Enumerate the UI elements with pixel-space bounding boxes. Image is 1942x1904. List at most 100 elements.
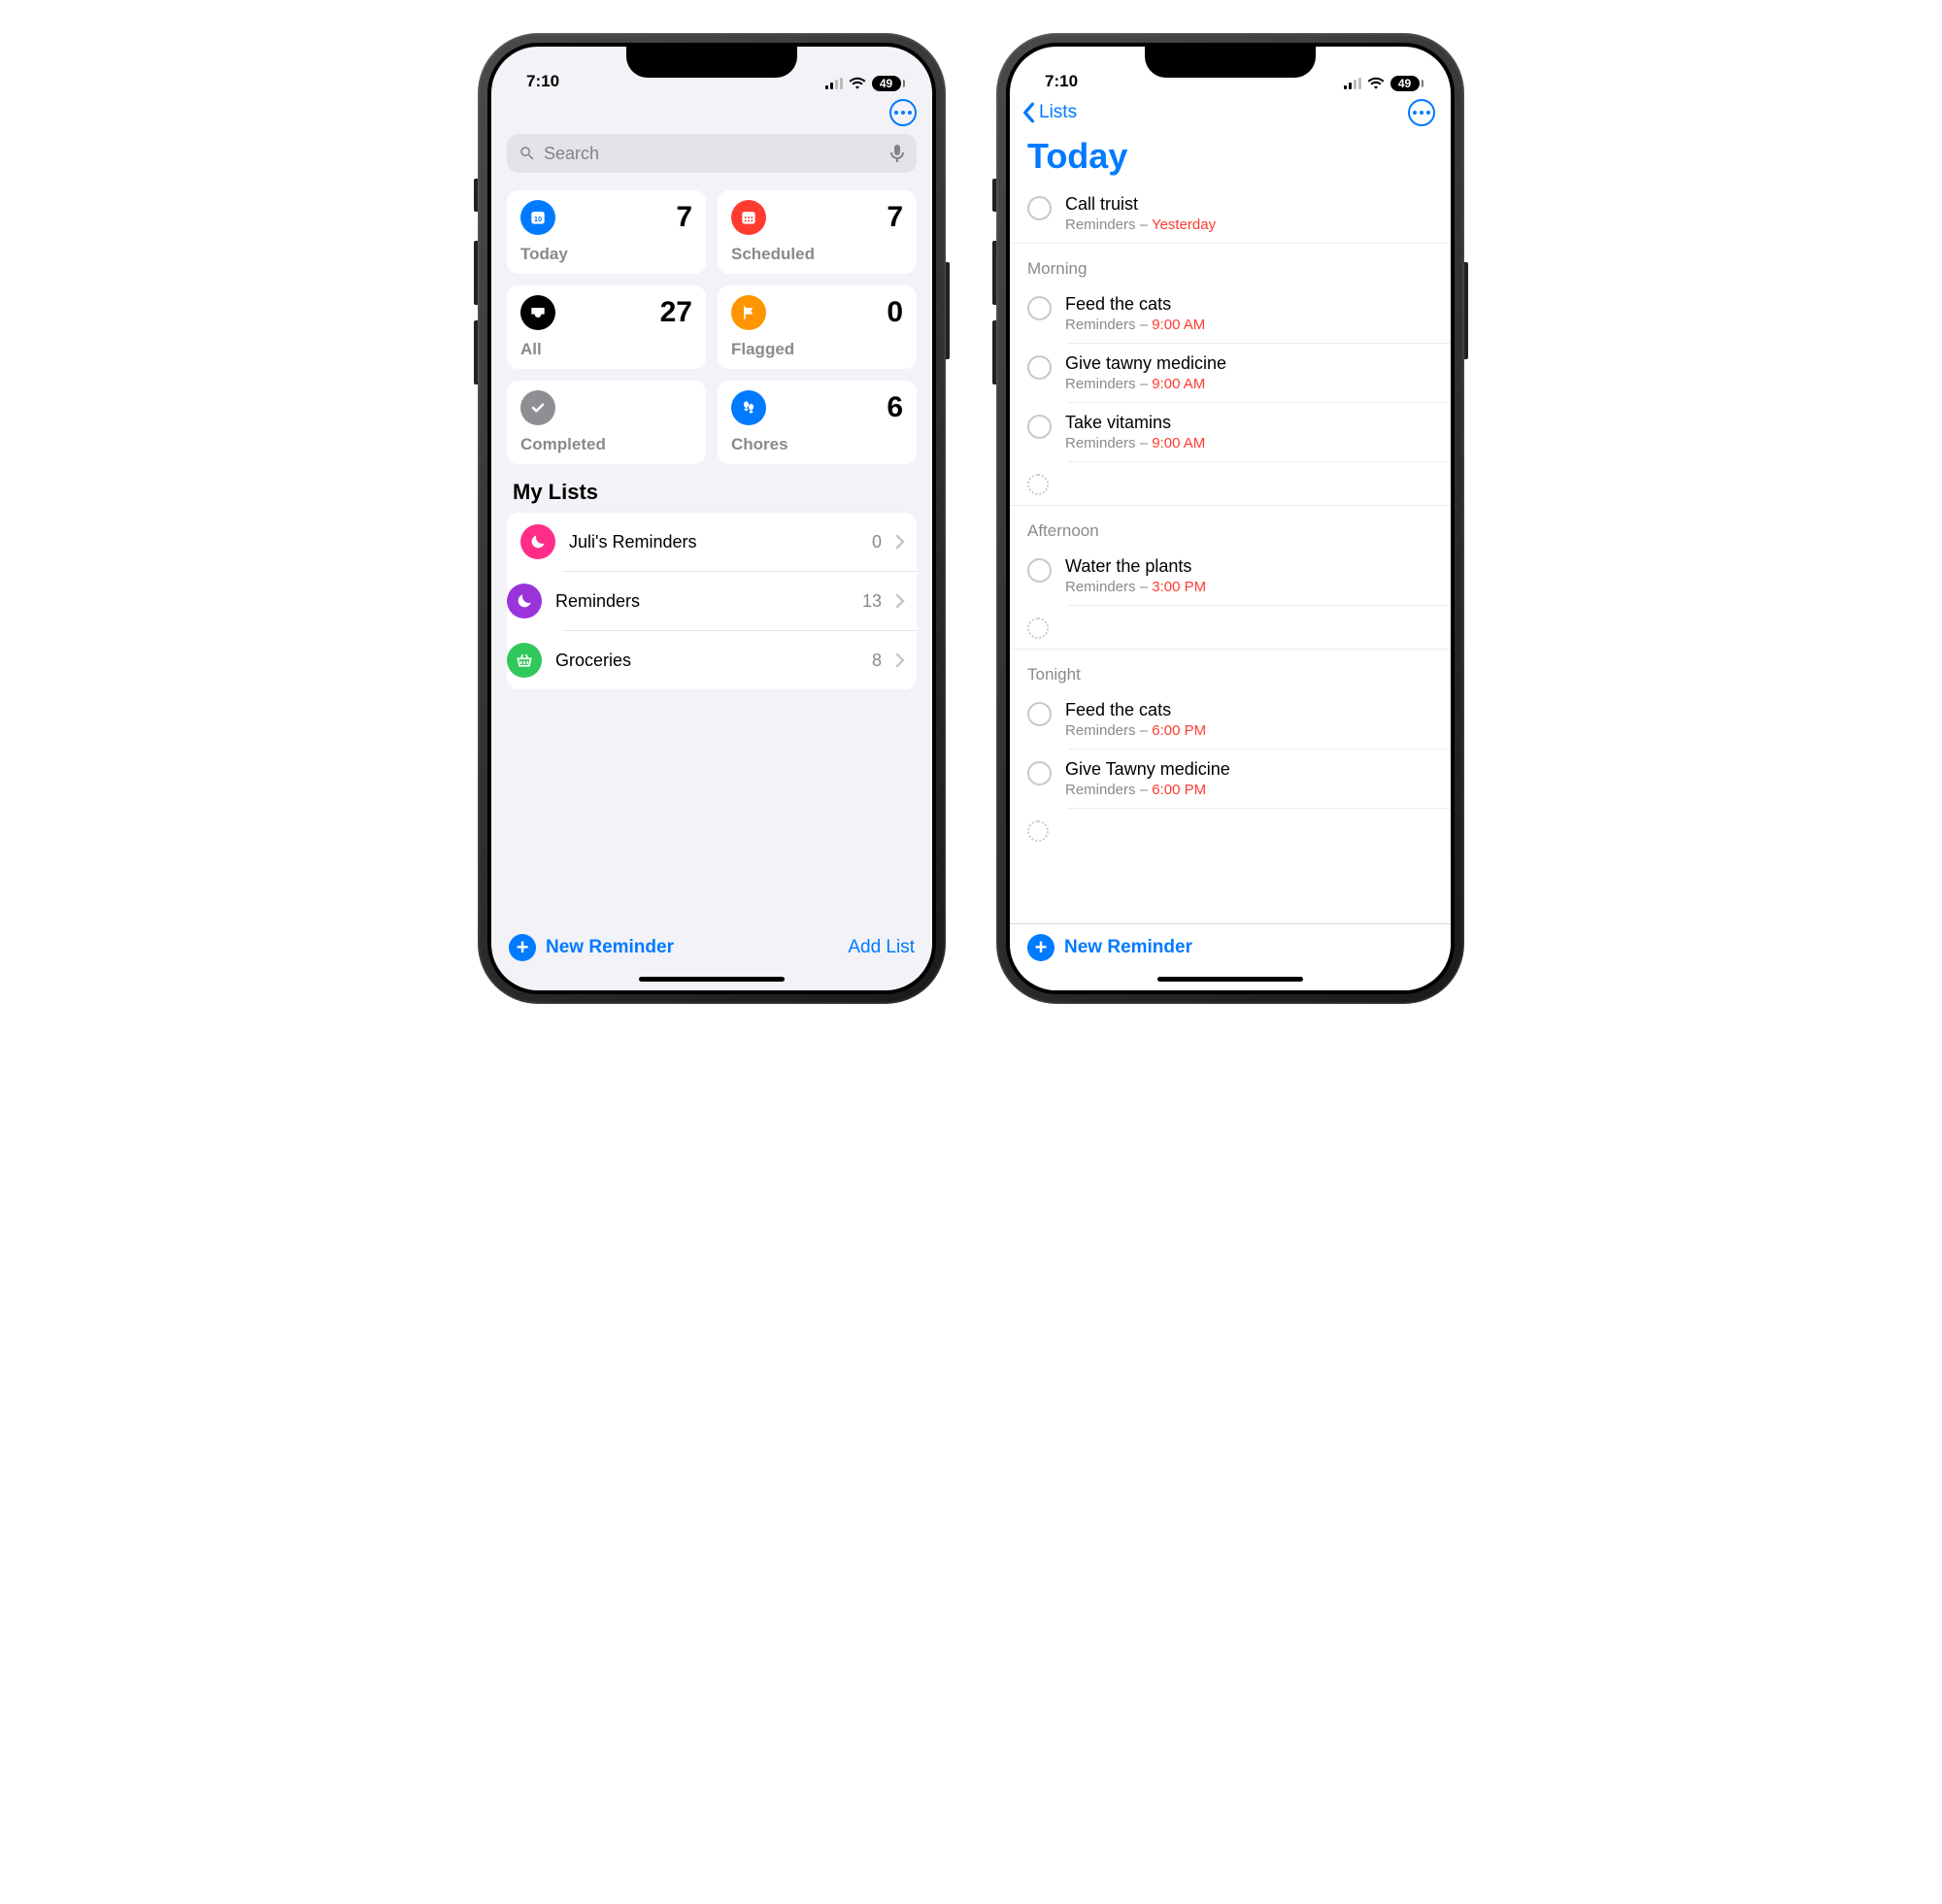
reminder-checkbox[interactable] (1027, 558, 1052, 583)
new-reminder-button[interactable]: + New Reminder (509, 934, 674, 961)
chevron-right-icon (895, 652, 905, 668)
smart-count: 0 (887, 298, 903, 327)
reminder-placeholder[interactable] (1068, 808, 1451, 852)
list-count: 13 (862, 591, 882, 612)
reminder-title: Feed the cats (1065, 700, 1206, 720)
reminder-title: Call truist (1065, 194, 1216, 215)
smart-label: All (520, 340, 692, 359)
chevron-right-icon (895, 593, 905, 609)
reminder-item[interactable]: Call truist Reminders – Yesterday (1010, 184, 1451, 243)
reminder-placeholder-circle[interactable] (1027, 820, 1049, 842)
smart-list-chores[interactable]: 6 Chores (718, 381, 917, 464)
search-input[interactable] (544, 144, 882, 164)
list-row[interactable]: Groceries 8 (563, 630, 917, 689)
calendar-icon (731, 200, 766, 235)
flag-icon (731, 295, 766, 330)
moon-icon (507, 584, 542, 618)
reminder-subtitle: Reminders – 9:00 AM (1065, 376, 1226, 392)
reminder-checkbox[interactable] (1027, 355, 1052, 380)
home-indicator (639, 977, 785, 982)
reminder-checkbox[interactable] (1027, 702, 1052, 726)
reminder-title: Give tawny medicine (1065, 353, 1226, 374)
battery-level: 49 (1390, 76, 1420, 91)
my-lists-group: Juli's Reminders 0 Reminders 13 (507, 513, 917, 689)
smart-label: Today (520, 245, 692, 264)
smart-list-today[interactable]: 10 7 Today (507, 190, 706, 274)
reminder-checkbox[interactable] (1027, 761, 1052, 785)
reminder-title: Water the plants (1065, 556, 1206, 577)
add-list-button[interactable]: Add List (848, 937, 915, 958)
phone-frame-left: 7:10 49 (478, 33, 946, 1004)
list-name: Juli's Reminders (569, 532, 858, 552)
cellular-icon (825, 78, 843, 89)
reminder-checkbox[interactable] (1027, 196, 1052, 220)
reminder-item[interactable]: Give tawny medicine Reminders – 9:00 AM (1068, 343, 1451, 402)
chevron-right-icon (895, 534, 905, 550)
reminder-subtitle: Reminders – Yesterday (1065, 217, 1216, 233)
battery-level: 49 (872, 76, 901, 91)
search-field[interactable] (507, 134, 917, 173)
reminder-item[interactable]: Feed the cats Reminders – 9:00 AM (1010, 284, 1451, 343)
smart-label: Scheduled (731, 245, 903, 264)
reminder-item[interactable]: Give Tawny medicine Reminders – 6:00 PM (1068, 749, 1451, 808)
back-button[interactable]: Lists (1020, 102, 1077, 123)
list-name: Groceries (555, 651, 858, 671)
smart-count: 7 (676, 203, 692, 232)
my-lists-heading: My Lists (491, 464, 932, 513)
list-count: 8 (872, 651, 882, 671)
reminder-title: Take vitamins (1065, 413, 1205, 433)
basket-icon (507, 643, 542, 678)
smart-list-completed[interactable]: Completed (507, 381, 706, 464)
cellular-icon (1344, 78, 1361, 89)
smart-count: 27 (660, 298, 692, 327)
plus-icon: + (1027, 934, 1055, 961)
calendar-today-icon: 10 (520, 200, 555, 235)
section-header: Tonight (1010, 649, 1451, 690)
moon-icon (520, 524, 555, 559)
inbox-icon (520, 295, 555, 330)
new-reminder-button[interactable]: + New Reminder (1027, 934, 1192, 961)
status-time: 7:10 (526, 72, 559, 91)
reminder-subtitle: Reminders – 3:00 PM (1065, 579, 1206, 595)
reminder-checkbox[interactable] (1027, 296, 1052, 320)
svg-text:10: 10 (534, 215, 542, 223)
reminder-list[interactable]: Call truist Reminders – Yesterday Mornin… (1010, 184, 1451, 923)
reminder-subtitle: Reminders – 6:00 PM (1065, 782, 1230, 798)
reminder-item[interactable]: Take vitamins Reminders – 9:00 AM (1068, 402, 1451, 461)
reminder-subtitle: Reminders – 6:00 PM (1065, 722, 1206, 739)
search-icon (519, 145, 536, 162)
battery-icon: 49 (872, 76, 906, 91)
reminder-placeholder-circle[interactable] (1027, 618, 1049, 639)
smart-count: 6 (887, 393, 903, 422)
reminder-item[interactable]: Feed the cats Reminders – 6:00 PM (1010, 690, 1451, 749)
status-time: 7:10 (1045, 72, 1078, 91)
smart-count: 7 (887, 203, 903, 232)
mic-icon[interactable] (889, 144, 905, 163)
reminder-placeholder-circle[interactable] (1027, 474, 1049, 495)
reminder-checkbox[interactable] (1027, 415, 1052, 439)
battery-icon: 49 (1390, 76, 1424, 91)
reminder-subtitle: Reminders – 9:00 AM (1065, 435, 1205, 451)
list-row[interactable]: Juli's Reminders 0 (507, 513, 917, 571)
page-title: Today (1010, 126, 1451, 184)
reminder-title: Feed the cats (1065, 294, 1205, 315)
smart-label: Chores (731, 435, 903, 454)
list-name: Reminders (555, 591, 849, 612)
more-button[interactable] (1408, 99, 1435, 126)
reminder-placeholder[interactable] (1068, 605, 1451, 649)
checkmark-icon (520, 390, 555, 425)
wifi-icon (1367, 77, 1385, 90)
smart-list-scheduled[interactable]: 7 Scheduled (718, 190, 917, 274)
section-header: Morning (1010, 243, 1451, 284)
list-count: 0 (872, 532, 882, 552)
smart-list-flagged[interactable]: 0 Flagged (718, 285, 917, 369)
reminder-subtitle: Reminders – 9:00 AM (1065, 317, 1205, 333)
smart-list-all[interactable]: 27 All (507, 285, 706, 369)
section-header: Afternoon (1010, 505, 1451, 547)
list-row[interactable]: Reminders 13 (563, 571, 917, 630)
notch (1145, 47, 1316, 78)
more-button[interactable] (889, 99, 917, 126)
chevron-left-icon (1020, 102, 1037, 123)
reminder-item[interactable]: Water the plants Reminders – 3:00 PM (1010, 547, 1451, 605)
reminder-placeholder[interactable] (1068, 461, 1451, 505)
